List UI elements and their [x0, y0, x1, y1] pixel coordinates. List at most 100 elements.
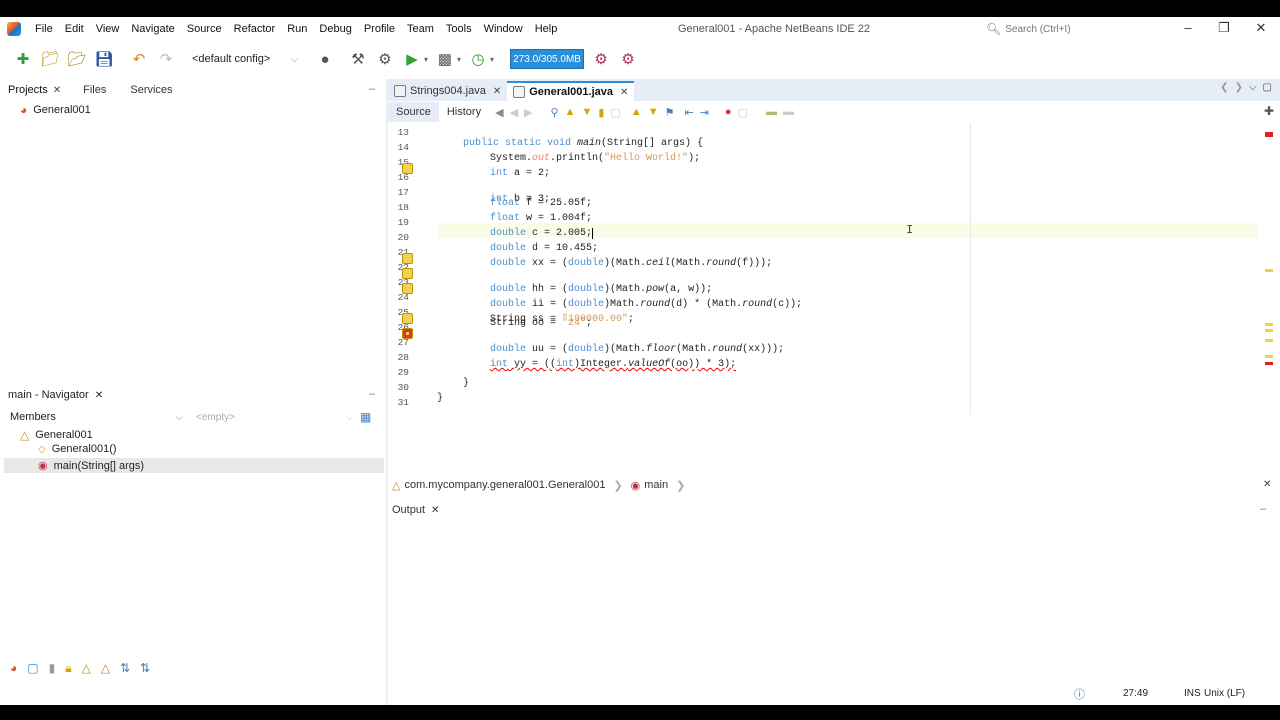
project-name: General001: [33, 104, 91, 116]
nonpublic-filter-icon[interactable]: 🔒︎: [65, 661, 71, 676]
fields-filter-icon[interactable]: ▢: [27, 661, 38, 676]
warning-stripe-marker[interactable]: [1265, 339, 1273, 342]
error-stripe-marker[interactable]: [1265, 362, 1273, 365]
restore-icon[interactable]: ❐: [1214, 20, 1234, 36]
warning-stripe-marker[interactable]: [1265, 269, 1273, 272]
clean-build-icon[interactable]: ⚙: [374, 48, 396, 70]
memory-usage-indicator[interactable]: 273.0/305.0MB: [510, 49, 585, 69]
run-dropdown-icon[interactable]: ▾: [424, 55, 428, 64]
fqn-filter-icon[interactable]: △: [101, 661, 110, 676]
tab-strings004[interactable]: Strings004.java ✕: [388, 81, 507, 101]
tab-projects[interactable]: Projects ✕: [0, 84, 69, 96]
tab-services[interactable]: Services: [122, 84, 180, 96]
breadcrumb: △ com.mycompany.general001.General001 ❯ …: [392, 477, 693, 493]
browser-globe-icon[interactable]: ●: [314, 48, 336, 70]
members-filter-input[interactable]: <empty>: [196, 412, 346, 423]
snapshot-profiler-icon[interactable]: ⚙: [617, 48, 639, 70]
inherited-members-icon[interactable]: ◕: [10, 661, 17, 676]
netbeans-window: File Edit View Navigate Source Refactor …: [0, 17, 1280, 705]
save-all-icon[interactable]: 💾︎: [93, 48, 115, 70]
navigator-constructor-item[interactable]: ◇ General001(): [38, 443, 117, 455]
warning-hint-icon[interactable]: [402, 253, 413, 264]
breadcrumb-method[interactable]: main: [644, 479, 668, 491]
navigator-class-label: General001: [35, 429, 93, 441]
code-editor[interactable]: 13 public static void main(String[] args…: [388, 123, 1268, 415]
tab-files[interactable]: Files: [75, 84, 114, 96]
build-hammer-icon[interactable]: ⚒: [347, 48, 369, 70]
minimize-panel-icon[interactable]: –: [1260, 503, 1266, 515]
new-project-icon[interactable]: 📁︎: [39, 48, 61, 70]
menu-team[interactable]: Team: [401, 23, 440, 35]
minimize-panel-icon[interactable]: –: [369, 83, 375, 95]
profile-icon[interactable]: ◷: [467, 48, 489, 70]
error-hint-icon[interactable]: [402, 328, 413, 339]
menu-profile[interactable]: Profile: [358, 23, 401, 35]
navigator-class-item[interactable]: △ General001: [20, 428, 93, 442]
breadcrumb-class[interactable]: com.mycompany.general001.General001: [404, 479, 605, 491]
code-line: 15 int a = 2;: [388, 146, 1268, 179]
menu-file[interactable]: File: [29, 23, 59, 35]
inner-classes-icon[interactable]: △: [82, 661, 91, 676]
new-file-icon[interactable]: ✚: [12, 48, 34, 70]
static-filter-icon[interactable]: ▮: [49, 661, 56, 676]
close-icon[interactable]: ✕: [431, 505, 439, 516]
navigator-method-item[interactable]: ◉ main(String[] args): [4, 458, 384, 473]
debug-dropdown-icon[interactable]: ▾: [457, 55, 461, 64]
chevron-down-icon[interactable]: ⌵: [1249, 82, 1257, 93]
undo-icon[interactable]: ↶: [128, 48, 150, 70]
menu-window[interactable]: Window: [478, 23, 529, 35]
menu-help[interactable]: Help: [529, 23, 564, 35]
warning-stripe-marker[interactable]: [1265, 323, 1273, 326]
chevron-left-icon[interactable]: ❮: [1220, 82, 1228, 93]
config-value: <default config>: [192, 53, 271, 65]
code-line: 28: [388, 341, 1268, 363]
project-tree-item[interactable]: ◕ General001: [20, 103, 91, 117]
chevron-right-icon[interactable]: ❯: [1235, 82, 1243, 93]
warning-stripe-marker[interactable]: [1265, 355, 1273, 358]
menu-tools[interactable]: Tools: [440, 23, 478, 35]
search-input[interactable]: [1005, 23, 1126, 35]
warning-hint-icon[interactable]: [402, 163, 413, 174]
constructor-icon: ◇: [38, 443, 46, 455]
search-box[interactable]: 🔍︎: [986, 21, 1136, 37]
minimize-icon[interactable]: –: [1178, 20, 1198, 35]
close-icon[interactable]: ✕: [53, 85, 61, 96]
run-icon[interactable]: ▶: [401, 48, 423, 70]
close-icon[interactable]: ✕: [1251, 20, 1271, 36]
notifications-icon[interactable]: ⓘ: [1074, 686, 1085, 702]
close-icon[interactable]: ✕: [1263, 479, 1271, 490]
close-icon[interactable]: ✕: [620, 87, 628, 98]
debug-icon[interactable]: ▩: [434, 48, 456, 70]
config-select[interactable]: <default config> ⌵: [188, 49, 302, 69]
sort-name-icon[interactable]: ⇅: [120, 661, 130, 676]
gc-profiler-icon[interactable]: ⚙: [590, 48, 612, 70]
menu-debug[interactable]: Debug: [313, 23, 357, 35]
warning-hint-icon[interactable]: [402, 268, 413, 279]
open-project-icon[interactable]: 📂︎: [66, 48, 88, 70]
maximize-icon[interactable]: ▢: [1263, 82, 1272, 93]
warning-hint-icon[interactable]: [402, 283, 413, 294]
menu-source[interactable]: Source: [181, 23, 228, 35]
tab-output[interactable]: Output ✕: [392, 501, 439, 519]
caret-position[interactable]: 27:49: [1123, 688, 1148, 699]
redo-icon[interactable]: ↷: [155, 48, 177, 70]
warning-hint-icon[interactable]: [402, 313, 413, 324]
close-icon[interactable]: ✕: [95, 390, 103, 401]
minimize-panel-icon[interactable]: –: [369, 388, 375, 400]
menu-view[interactable]: View: [90, 23, 126, 35]
chevron-down-icon[interactable]: ⌵: [346, 412, 360, 423]
error-stripe-marker[interactable]: [1265, 132, 1273, 137]
menu-run[interactable]: Run: [281, 23, 313, 35]
close-icon[interactable]: ✕: [493, 86, 501, 97]
menu-refactor[interactable]: Refactor: [228, 23, 282, 35]
tab-general001[interactable]: General001.java ✕: [507, 81, 635, 101]
profile-dropdown-icon[interactable]: ▾: [490, 55, 494, 64]
warning-stripe-marker[interactable]: [1265, 329, 1273, 332]
insert-mode[interactable]: INS: [1184, 688, 1201, 699]
navigator-settings-icon[interactable]: ▦: [360, 410, 371, 424]
menu-navigate[interactable]: Navigate: [125, 23, 180, 35]
chevron-down-icon[interactable]: ⌵: [176, 412, 196, 423]
sort-source-icon[interactable]: ⇅: [140, 661, 150, 676]
line-endings[interactable]: Unix (LF): [1204, 688, 1245, 699]
menu-edit[interactable]: Edit: [59, 23, 90, 35]
